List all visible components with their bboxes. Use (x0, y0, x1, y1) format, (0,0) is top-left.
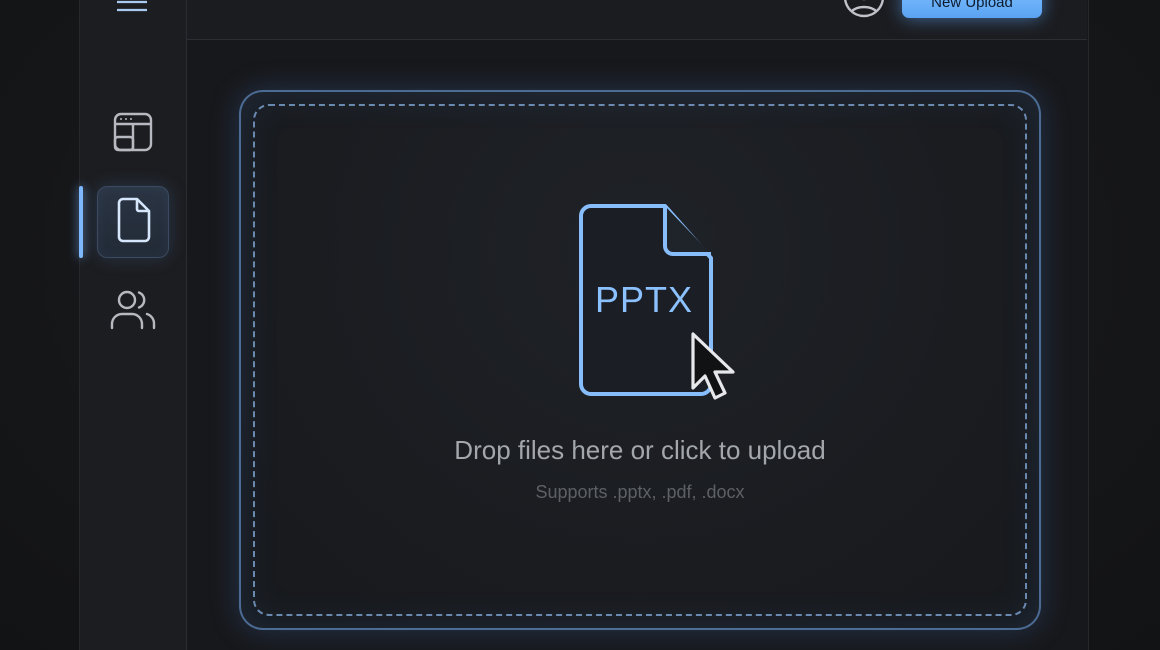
file-dropzone[interactable]: PPTX Drop files here or click to upload … (239, 90, 1041, 630)
new-upload-button[interactable]: New Upload (902, 0, 1042, 18)
sidebar-item-files[interactable] (97, 186, 169, 258)
active-nav-indicator (79, 186, 83, 258)
page: New Upload PPTX Drop files here or click… (0, 0, 1160, 650)
sidebar (79, 0, 187, 650)
sidebar-item-dashboard[interactable] (97, 98, 169, 170)
file-icon (113, 197, 153, 247)
top-bar: New Upload (187, 0, 1087, 40)
dropzone-title: Drop files here or click to upload (454, 435, 826, 465)
sidebar-item-team[interactable] (97, 276, 169, 348)
dropzone-subtitle: Supports .pptx, .pdf, .docx (535, 482, 745, 502)
users-icon (109, 288, 157, 336)
app-window: New Upload PPTX Drop files here or click… (79, 0, 1089, 650)
layout-dashboard-icon (111, 110, 155, 158)
menu-icon[interactable] (115, 0, 149, 16)
user-avatar-icon[interactable] (843, 0, 885, 18)
file-type-label: PPTX (595, 279, 693, 320)
mouse-pointer-icon (685, 330, 743, 406)
